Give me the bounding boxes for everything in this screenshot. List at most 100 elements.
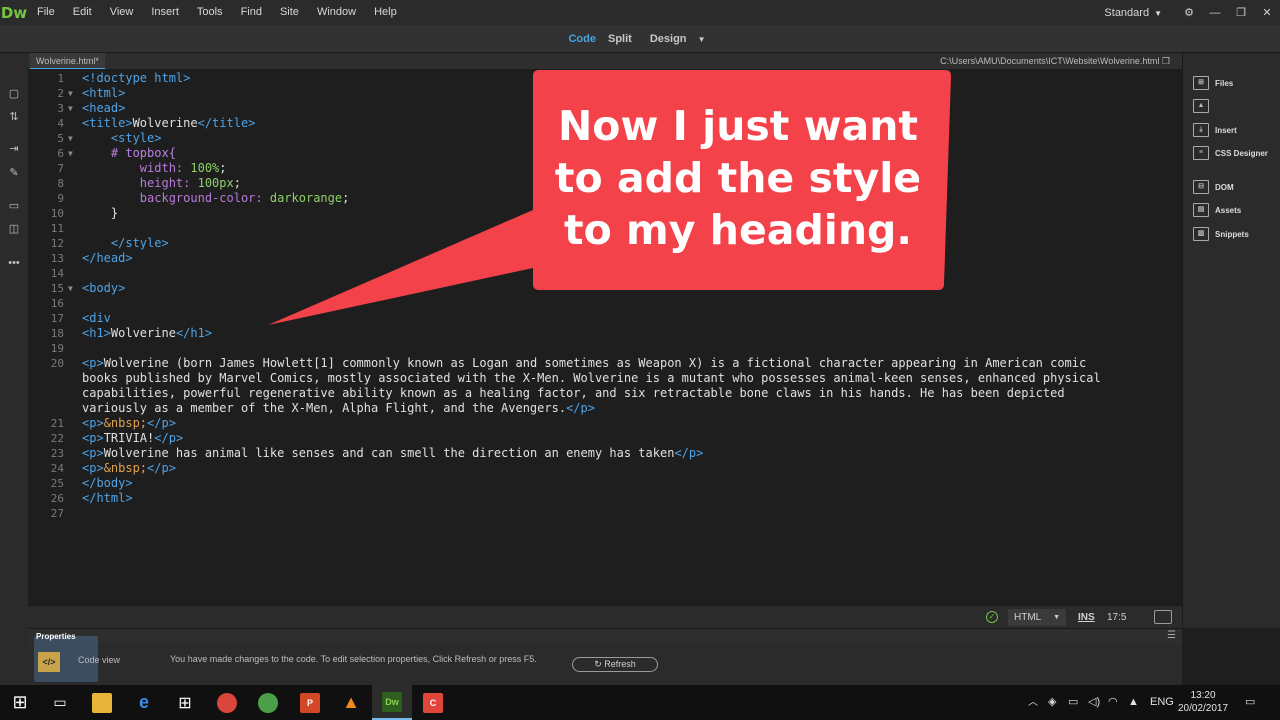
- code-text: variously as a member of the X-Men, Alph…: [82, 401, 595, 416]
- fold-arrow-icon[interactable]: ▼: [68, 146, 73, 161]
- refresh-button[interactable]: ↻ Refresh: [572, 657, 658, 672]
- code-line[interactable]: variously as a member of the X-Men, Alph…: [28, 401, 1182, 416]
- menu-file[interactable]: File: [28, 0, 64, 25]
- panel-assets[interactable]: ▤ Assets: [1193, 202, 1241, 218]
- file-icon[interactable]: ▢: [6, 86, 22, 102]
- menu-tools[interactable]: Tools: [188, 0, 232, 25]
- code-text: <html>: [82, 86, 125, 101]
- taskbar-edge[interactable]: e: [124, 685, 164, 720]
- panel-snippets[interactable]: ▥ Snippets: [1193, 226, 1249, 242]
- taskbar-chrome[interactable]: [248, 685, 288, 720]
- fold-arrow-icon[interactable]: ▼: [68, 86, 73, 101]
- panel-insert[interactable]: ⤓ Insert: [1193, 122, 1237, 138]
- restore-button[interactable]: ❐: [1228, 6, 1254, 19]
- taskbar-powerpoint[interactable]: P: [290, 685, 330, 720]
- fold-arrow-icon[interactable]: ▼: [68, 101, 73, 116]
- code-token: Wolverine: [132, 116, 198, 130]
- code-line[interactable]: 24 <p>&nbsp;</p>: [28, 461, 1182, 476]
- code-view-button[interactable]: Code: [568, 33, 596, 45]
- menu-find[interactable]: Find: [232, 0, 271, 25]
- code-line[interactable]: 19: [28, 341, 1182, 356]
- fold-arrow-icon[interactable]: ▼: [68, 281, 73, 296]
- code-line[interactable]: 27: [28, 506, 1182, 521]
- language-select[interactable]: HTML ▼: [1008, 609, 1066, 626]
- panel-snippets-label: Snippets: [1215, 229, 1249, 239]
- panel-images[interactable]: ▲: [1193, 98, 1215, 114]
- code-line[interactable]: 16: [28, 296, 1182, 311]
- taskbar-dreamweaver[interactable]: Dw: [372, 685, 412, 720]
- code-line[interactable]: 26 </html>: [28, 491, 1182, 506]
- code-line[interactable]: 21 <p>&nbsp;</p>: [28, 416, 1182, 431]
- menu-edit[interactable]: Edit: [64, 0, 101, 25]
- insert-mode[interactable]: INS: [1078, 609, 1095, 626]
- panel-dom[interactable]: ⊟ DOM: [1193, 179, 1234, 195]
- dreamweaver-icon: Dw: [382, 691, 402, 712]
- code-line[interactable]: books published by Marvel Comics, mostly…: [28, 371, 1182, 386]
- code-line[interactable]: 1 <!doctype html>: [28, 71, 1182, 86]
- network-icon[interactable]: ▭: [1068, 685, 1078, 720]
- volume-icon[interactable]: ◁): [1088, 685, 1100, 720]
- workspace-switcher[interactable]: Standard ▼: [1090, 7, 1176, 19]
- comment-icon[interactable]: ▭: [6, 198, 22, 214]
- fold-icon[interactable]: ⇥: [6, 141, 22, 157]
- code-token: 100%: [190, 161, 220, 175]
- line-number: 9: [57, 192, 64, 205]
- menu-help[interactable]: Help: [365, 0, 406, 25]
- code-line[interactable]: capabilities, powerful regenerative abil…: [28, 386, 1182, 401]
- code-text: <h1>Wolverine</h1>: [82, 326, 212, 341]
- preview-icon[interactable]: [1154, 610, 1172, 624]
- document-tab[interactable]: Wolverine.html*: [30, 53, 105, 69]
- file-path-text: C:\Users\AMU\Documents\ICT\Website\Wolve…: [940, 56, 1160, 66]
- menu-view[interactable]: View: [101, 0, 143, 25]
- clock[interactable]: 13:20 20/02/2017: [1178, 689, 1228, 715]
- minimize-button[interactable]: —: [1202, 7, 1228, 19]
- code-line[interactable]: 25 </body>: [28, 476, 1182, 491]
- code-line[interactable]: 18 <h1>Wolverine</h1>: [28, 326, 1182, 341]
- panel-css-designer[interactable]: ≡ CSS Designer: [1193, 145, 1268, 161]
- gear-icon[interactable]: ⚙: [1176, 6, 1202, 19]
- windows-taskbar: ⊞ ▭ e ⊞ P ▲ Dw C ︿ ◈ ▭ ◁) ◠ ▲ ENG 13:20 …: [0, 685, 1280, 720]
- code-line[interactable]: 15 ▼ <body>: [28, 281, 1182, 296]
- code-line[interactable]: 17 <div: [28, 311, 1182, 326]
- sort-icon[interactable]: ⇅: [6, 109, 22, 125]
- notification-icon[interactable]: ▭: [1245, 685, 1255, 720]
- code-line[interactable]: 23 <p>Wolverine has animal like senses an…: [28, 446, 1182, 461]
- wifi-icon[interactable]: ◠: [1108, 685, 1118, 720]
- code-line[interactable]: 22 <p>TRIVIA!</p>: [28, 431, 1182, 446]
- restore-icon[interactable]: ❐: [1162, 56, 1170, 66]
- taskbar-chrome-user[interactable]: [207, 685, 247, 720]
- design-view-button[interactable]: Design ▼: [644, 33, 712, 45]
- taskbar-file-explorer[interactable]: [82, 685, 122, 720]
- code-line[interactable]: 2 ▼ <html>: [28, 86, 1182, 101]
- menu-site[interactable]: Site: [271, 0, 308, 25]
- code-token: ;: [342, 191, 350, 205]
- menu-window[interactable]: Window: [308, 0, 365, 25]
- menu-insert[interactable]: Insert: [142, 0, 188, 25]
- taskbar-camtasia[interactable]: C: [413, 685, 453, 720]
- code-text: </body>: [82, 476, 133, 491]
- taskbar-store[interactable]: ⊞: [165, 685, 205, 720]
- code-text: background-color: darkorange;: [82, 191, 350, 206]
- brush-icon[interactable]: ✎: [6, 165, 22, 181]
- dropbox-icon[interactable]: ◈: [1048, 685, 1056, 720]
- fold-arrow-icon[interactable]: ▼: [68, 131, 73, 146]
- snippet-icon[interactable]: ◫: [6, 221, 22, 237]
- menu-icon[interactable]: ☰: [1167, 630, 1176, 641]
- code-line[interactable]: 20 <p>Wolverine (born James Howlett[1] co…: [28, 356, 1182, 371]
- taskbar-vlc[interactable]: ▲: [331, 685, 371, 720]
- files-icon: ⊞: [1193, 76, 1209, 90]
- input-language[interactable]: ENG: [1150, 685, 1174, 720]
- code-text: }: [82, 206, 118, 221]
- check-icon[interactable]: ✓: [986, 611, 998, 623]
- more-icon[interactable]: •••: [6, 255, 22, 271]
- tray-chevron-icon[interactable]: ︿: [1028, 685, 1038, 720]
- line-number: 7: [57, 162, 64, 175]
- drive-icon[interactable]: ▲: [1128, 685, 1139, 720]
- close-button[interactable]: ✕: [1254, 6, 1280, 19]
- split-view-button[interactable]: Split: [608, 33, 632, 45]
- code-line[interactable]: 14: [28, 266, 1182, 281]
- panel-files[interactable]: ⊞ Files: [1193, 75, 1233, 91]
- refresh-icon: ↻: [594, 659, 602, 669]
- start-button[interactable]: ⊞: [0, 685, 40, 720]
- task-view-button[interactable]: ▭: [40, 685, 80, 720]
